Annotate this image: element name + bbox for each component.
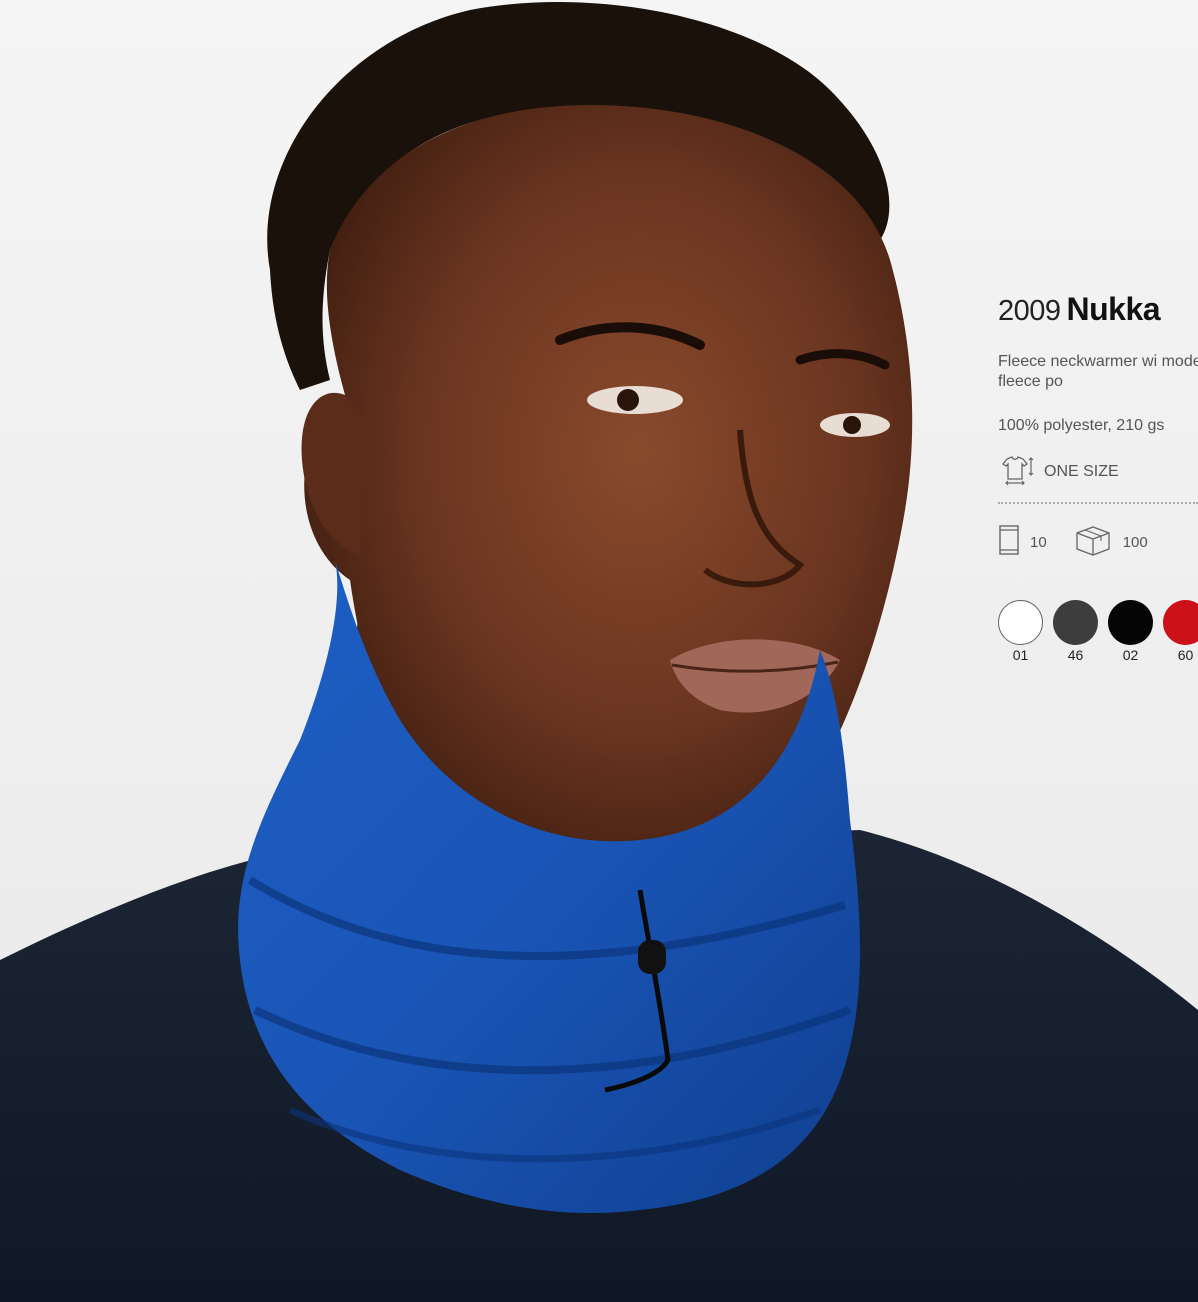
swatch-dot [1163,600,1198,645]
catalog-page: 2009Nukka Fleece neckwarmer wi model. 10… [0,0,1198,1302]
product-title: 2009 Nukka [998,286,1198,332]
swatch-code: 02 [1122,647,1139,663]
product-description: Fleece neckwarmer wi model. 100% fleece … [998,353,1198,390]
inner-pack-count: 10 [1030,533,1047,551]
swatch-dot [1108,600,1153,645]
cord-toggle [638,940,666,974]
tshirt-size-icon [998,455,1036,490]
color-swatch[interactable]: 60 [1163,600,1198,664]
swatch-code: 60 [1177,647,1194,663]
color-swatch[interactable]: 02 [1108,600,1153,664]
ear-shape [301,392,365,555]
swatch-code: 01 [1012,647,1029,663]
product-info: 2009Nukka Fleece neckwarmer wi model. 10… [998,286,1198,664]
box-count: 100 [1122,533,1148,551]
box-icon [1073,523,1113,562]
packaging-row: 10 100 [998,522,1198,562]
swatch-code: 46 [1067,647,1084,663]
swatch-dot [1053,600,1098,645]
color-swatch[interactable]: 46 [1053,600,1098,664]
size-label: ONE SIZE [1044,463,1119,480]
color-swatch[interactable]: 01 [998,600,1043,664]
size-row: ONE SIZE [998,455,1198,486]
swatch-dot [998,600,1043,645]
color-swatches: 01 46 02 60 [998,600,1198,664]
product-material: 100% polyester, 210 gs [998,417,1165,434]
dotted-divider [998,496,1198,504]
inner-pack-icon [998,524,1020,561]
product-code: 2009 [998,295,1061,327]
product-name: Nukka [1066,291,1161,327]
